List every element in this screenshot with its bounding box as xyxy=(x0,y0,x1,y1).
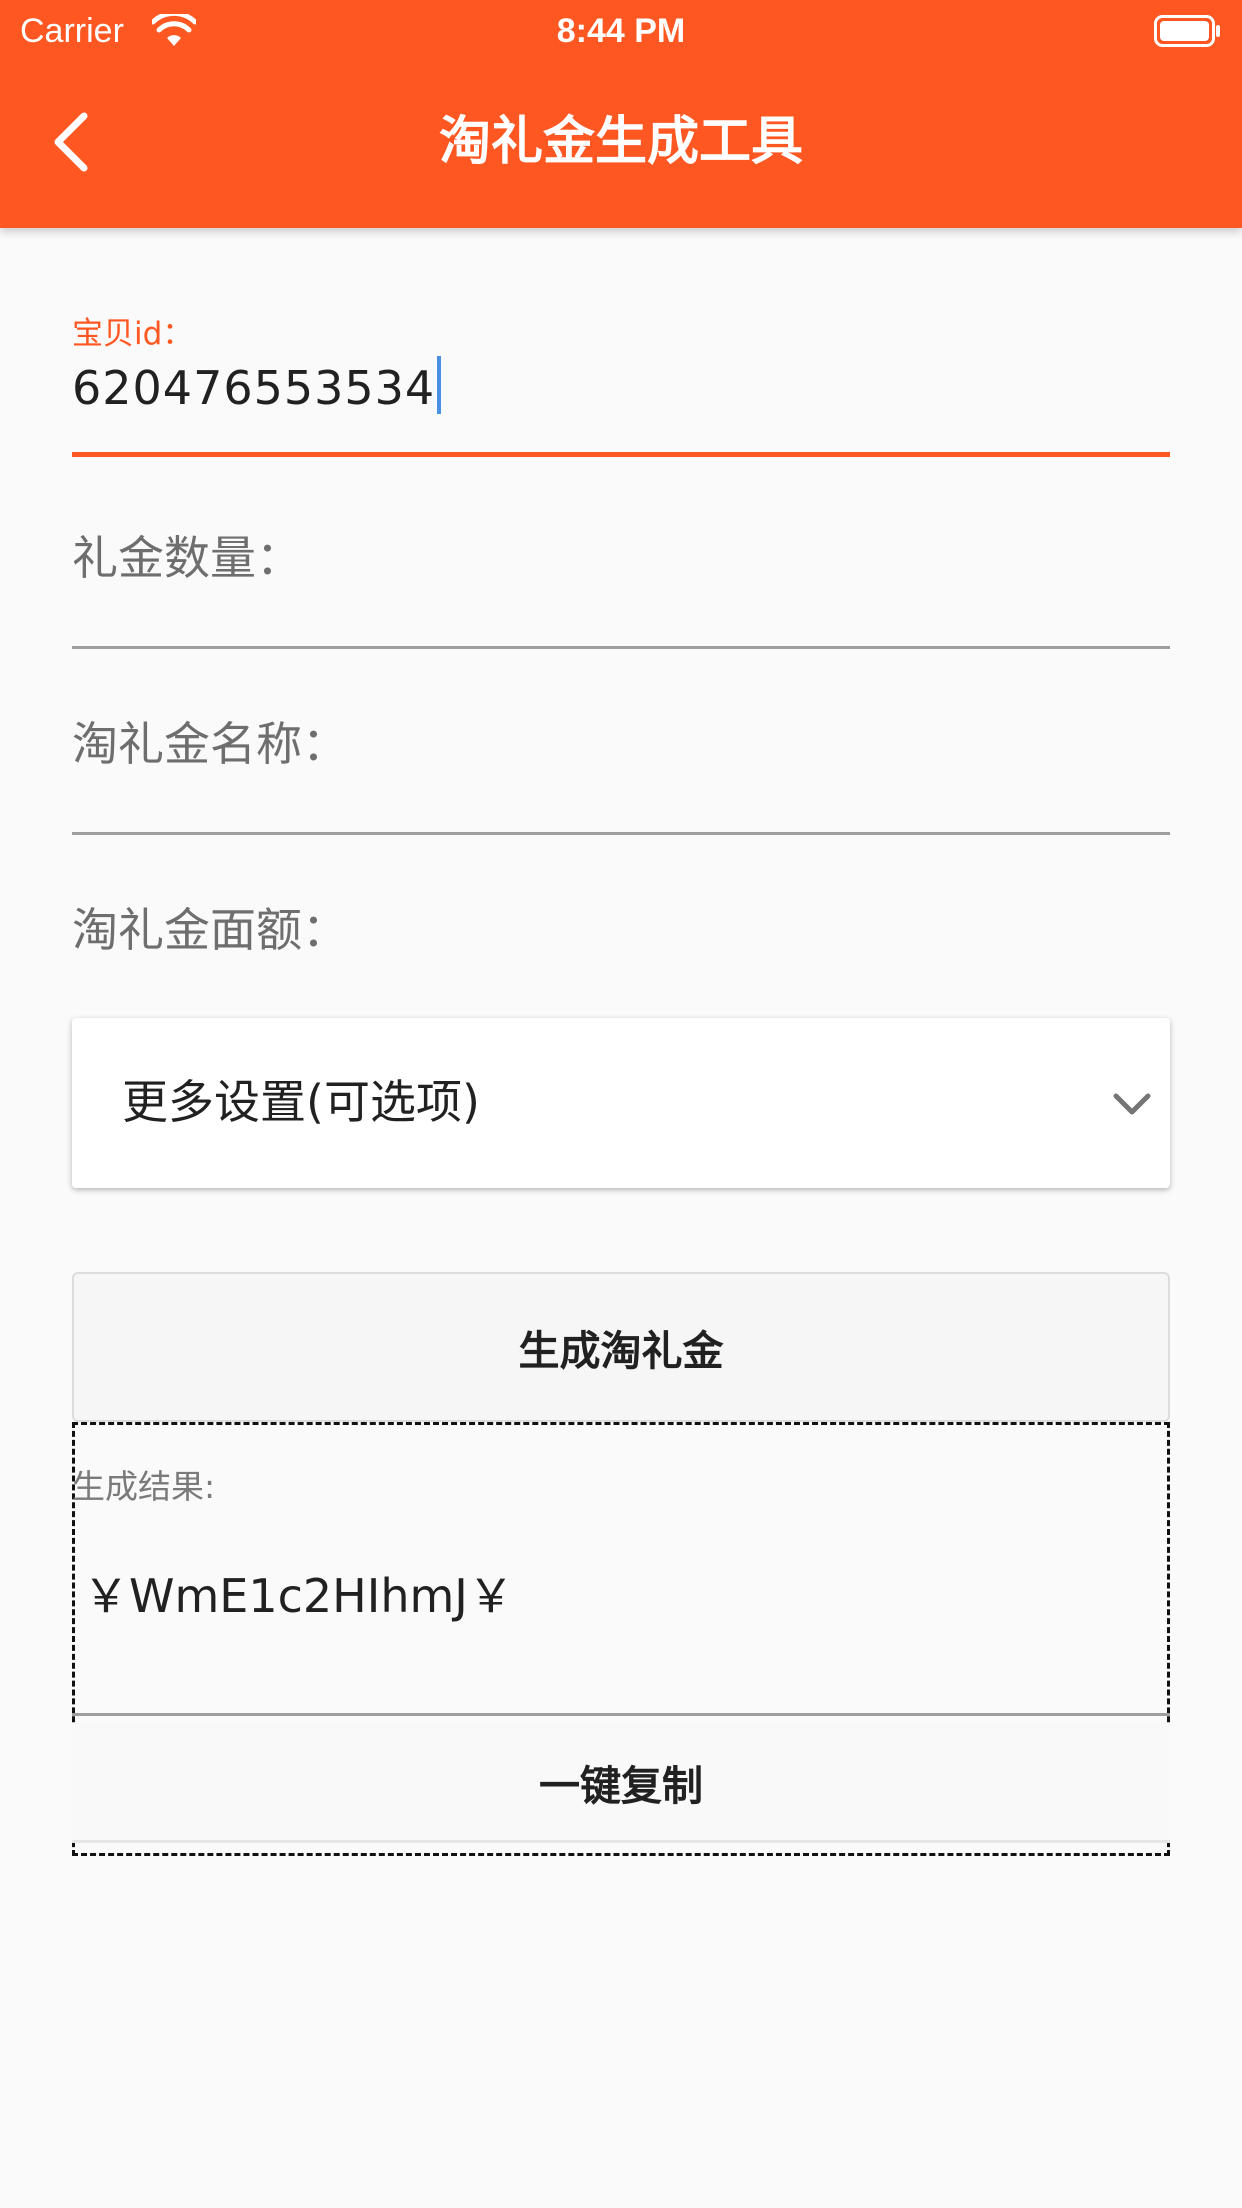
status-bar: Carrier 8:44 PM xyxy=(0,0,1242,62)
result-value[interactable]: ￥WmE1c2HIhmJ￥ xyxy=(83,1565,514,1627)
item-id-underline xyxy=(72,452,1170,457)
nav-bar: 淘礼金生成工具 xyxy=(0,62,1242,228)
text-cursor xyxy=(437,356,442,414)
more-settings-panel[interactable]: 更多设置(可选项) xyxy=(72,1018,1170,1188)
generate-button[interactable]: 生成淘礼金 xyxy=(72,1272,1170,1422)
item-id-input[interactable]: 620476553534 xyxy=(72,356,442,419)
result-label: 生成结果: xyxy=(72,1467,216,1506)
face-value-label: 淘礼金面额： xyxy=(72,903,348,957)
quantity-field[interactable]: 礼金数量： xyxy=(72,526,1170,650)
gift-name-underline xyxy=(72,832,1170,835)
app-header: Carrier 8:44 PM 淘礼金生成工具 xyxy=(0,0,1242,228)
item-id-label: 宝贝id： xyxy=(72,316,194,352)
face-value-field[interactable]: 淘礼金面额： xyxy=(72,898,1170,978)
status-time: 8:44 PM xyxy=(556,12,686,50)
page-title: 淘礼金生成工具 xyxy=(438,112,803,172)
chevron-down-icon xyxy=(1113,1093,1151,1115)
result-box: 生成结果: ￥WmE1c2HIhmJ￥ 一键复制 xyxy=(72,1422,1170,1856)
gift-name-field[interactable]: 淘礼金名称： xyxy=(72,712,1170,836)
battery-icon xyxy=(1154,15,1220,47)
quantity-underline xyxy=(72,646,1170,649)
gift-name-label: 淘礼金名称： xyxy=(72,717,348,771)
result-underline xyxy=(72,1713,1170,1716)
copy-button[interactable]: 一键复制 xyxy=(72,1723,1170,1843)
quantity-label: 礼金数量： xyxy=(72,531,302,585)
more-settings-label: 更多设置(可选项) xyxy=(122,1075,480,1129)
item-id-field[interactable]: 宝贝id： 620476553534 xyxy=(72,314,1170,464)
item-id-value: 620476553534 xyxy=(72,361,436,415)
